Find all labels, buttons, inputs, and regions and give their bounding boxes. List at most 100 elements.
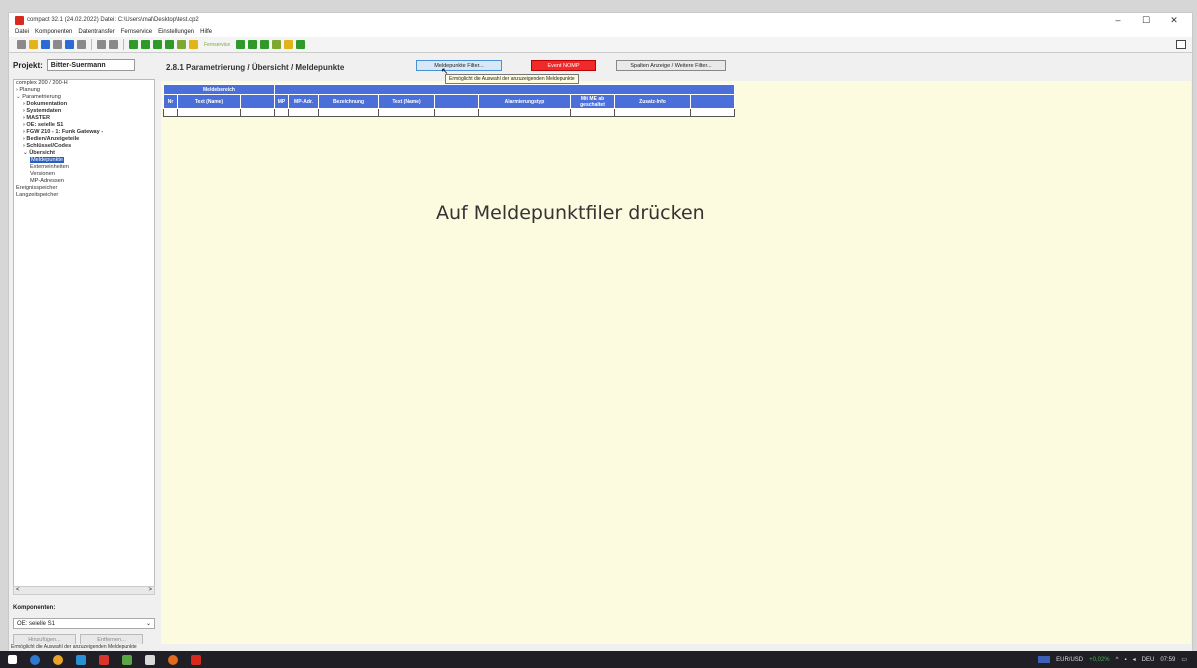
network-icon[interactable] <box>272 40 282 49</box>
tree-item[interactable]: › Dokumentation <box>14 101 154 108</box>
tree-horizontal-scrollbar[interactable]: < > <box>13 586 155 595</box>
chrome-icon[interactable] <box>53 654 63 665</box>
network-icon[interactable] <box>284 40 294 49</box>
table-cell[interactable] <box>163 108 178 117</box>
network-icon[interactable] <box>165 40 174 49</box>
meldepunkte-filter-button[interactable]: Meldepunkte Filter... <box>416 60 502 71</box>
redo-icon[interactable] <box>109 40 118 49</box>
tree-item[interactable]: Versionen <box>14 171 154 178</box>
column-header[interactable]: Bezeichnung <box>318 94 379 109</box>
column-header[interactable]: Nr <box>163 94 178 109</box>
table-cell[interactable] <box>378 108 435 117</box>
network-icon[interactable] <box>296 40 306 49</box>
table-cell[interactable] <box>177 108 241 117</box>
table-cell[interactable] <box>240 108 275 117</box>
compact-app-icon[interactable] <box>191 654 201 665</box>
search-icon[interactable] <box>30 654 40 665</box>
table-row[interactable] <box>163 108 735 117</box>
tree-item[interactable]: Langzeitspeicher <box>14 192 154 199</box>
new-file-icon[interactable] <box>17 40 26 49</box>
column-header[interactable]: Text (Name) <box>177 94 241 109</box>
project-name-field[interactable]: Bitter-Suermann <box>46 59 135 71</box>
tray-time[interactable]: 07:59 <box>1160 657 1175 663</box>
network-icon[interactable] <box>189 40 198 49</box>
column-header[interactable] <box>690 94 735 109</box>
column-header[interactable]: Text (Name) <box>378 94 435 109</box>
column-header[interactable]: Mit ME ab geschaltet <box>570 94 615 109</box>
app-green-icon[interactable] <box>122 654 132 665</box>
close-button[interactable]: ✕ <box>1160 13 1188 27</box>
tree-item[interactable]: › Systemdaten <box>14 108 154 115</box>
network-icon[interactable]: ▪ <box>1124 657 1126 663</box>
tray-chevron-up-icon[interactable]: ^ <box>1116 657 1119 663</box>
tray-language[interactable]: DEU <box>1142 657 1155 663</box>
table-cell[interactable] <box>690 108 735 117</box>
open-folder-icon[interactable] <box>29 40 38 49</box>
tree-item[interactable]: ⌄ Übersicht <box>14 150 154 157</box>
print-icon[interactable] <box>53 40 62 49</box>
tree-item[interactable]: Ereignisspeicher <box>14 185 154 192</box>
menu-fernservice[interactable]: Fernservice <box>121 29 152 35</box>
table-cell[interactable] <box>274 108 289 117</box>
app-f-icon[interactable] <box>99 654 109 665</box>
menu-datei[interactable]: Datei <box>15 29 29 35</box>
network-icon[interactable] <box>260 40 270 49</box>
speaker-icon[interactable]: ◂ <box>1133 656 1136 663</box>
tree-item[interactable]: › Schlüssel/Codes <box>14 143 154 150</box>
network-icon[interactable] <box>236 40 246 49</box>
scroll-right-icon[interactable]: > <box>148 587 152 594</box>
menu-einstellungen[interactable]: Einstellungen <box>158 29 194 35</box>
event-nomp-button[interactable]: Event NOMP <box>531 60 596 71</box>
column-header[interactable]: MP <box>274 94 289 109</box>
table-cell[interactable] <box>478 108 571 117</box>
app-orange-icon[interactable] <box>168 654 178 665</box>
tree-item[interactable]: Externeinheiten <box>14 164 154 171</box>
undo-icon[interactable] <box>97 40 106 49</box>
column-header[interactable]: Alarmierungstyp <box>478 94 571 109</box>
window-title: compact 32.1 (24.02.2022) Datei: C:\User… <box>27 17 199 23</box>
app-doc-icon[interactable] <box>145 654 155 665</box>
tree-item[interactable]: › Bedien/Anzeigeteile <box>14 136 154 143</box>
tree-item[interactable]: › FGW 210 - 1: Funk Gateway - <box>14 129 154 136</box>
tree-item[interactable]: MP-Adressen <box>14 178 154 185</box>
komponenten-select[interactable]: OE: seielle S1 ⌄ <box>13 618 155 629</box>
table-cell[interactable] <box>434 108 479 117</box>
column-header[interactable] <box>434 94 479 109</box>
network-icon[interactable] <box>141 40 150 49</box>
network-icon[interactable] <box>177 40 186 49</box>
menu-komponenten[interactable]: Komponenten <box>35 29 72 35</box>
tree-item[interactable]: ⌄ Parametrierung <box>14 94 154 101</box>
transfer-icon[interactable] <box>77 40 86 49</box>
column-header[interactable]: Zusatz-Info <box>614 94 691 109</box>
restore-panel-icon[interactable] <box>1176 40 1186 49</box>
outlook-icon[interactable] <box>76 654 86 665</box>
minimize-button[interactable]: – <box>1104 13 1132 27</box>
table-cell[interactable] <box>288 108 319 117</box>
windows-start-icon[interactable] <box>8 655 17 664</box>
tree-item[interactable]: complex 200 / 200-H <box>14 80 154 87</box>
network-icon[interactable] <box>129 40 138 49</box>
table-cell[interactable] <box>570 108 615 117</box>
menu-datentransfer[interactable]: Datentransfer <box>78 29 114 35</box>
tree-item[interactable]: › OE: seielle S1 <box>14 122 154 129</box>
network-icon[interactable] <box>248 40 258 49</box>
tree-item[interactable]: › MASTER <box>14 115 154 122</box>
tree-item[interactable]: Meldepunkte <box>14 157 154 164</box>
save-icon[interactable] <box>41 40 50 49</box>
columns-filter-button[interactable]: Spalten Anzeige / Weitere Filter... <box>616 60 726 71</box>
window-controls: – ☐ ✕ <box>1104 13 1188 27</box>
help-icon[interactable] <box>65 40 74 49</box>
notification-icon[interactable]: ▭ <box>1181 656 1187 663</box>
maximize-button[interactable]: ☐ <box>1132 13 1160 27</box>
tree-item[interactable]: › Planung <box>14 87 154 94</box>
page-title: 2.8.1 Parametrierung / Übersicht / Melde… <box>166 63 345 72</box>
fernservice-button[interactable]: Fernservice <box>204 42 230 48</box>
column-header[interactable]: MP-Adr. <box>288 94 319 109</box>
table-cell[interactable] <box>318 108 379 117</box>
menu-hilfe[interactable]: Hilfe <box>200 29 212 35</box>
network-icon[interactable] <box>153 40 162 49</box>
table-cell[interactable] <box>614 108 691 117</box>
scroll-left-icon[interactable]: < <box>16 587 20 594</box>
tree-item-label: Systemdaten <box>26 108 62 114</box>
column-header[interactable] <box>240 94 275 109</box>
